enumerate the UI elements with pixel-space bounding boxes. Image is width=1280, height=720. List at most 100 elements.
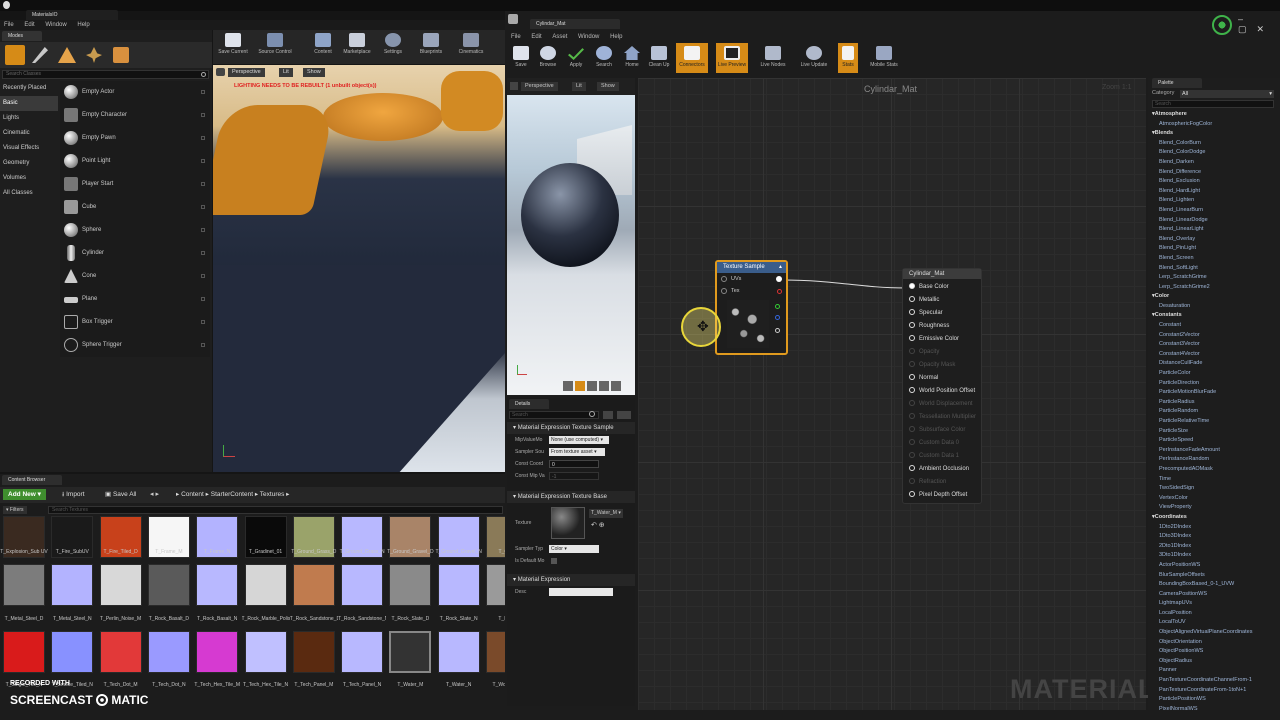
window-controls-icon[interactable]: –▢✕ xyxy=(1238,14,1280,35)
material-result-node[interactable]: Cylindar_Mat Base Color Metallic Specular R… xyxy=(902,268,982,504)
result-pin-row[interactable]: Refraction xyxy=(903,476,981,489)
geometry-mode-icon[interactable] xyxy=(113,47,129,63)
palette-item[interactable]: ParticleRelativeTime xyxy=(1152,417,1276,427)
palette-item[interactable]: CameraPositionWS xyxy=(1152,590,1276,600)
marketplace-button[interactable]: Marketplace xyxy=(339,30,375,60)
search-classes-input[interactable]: Search Classes xyxy=(2,70,209,79)
palette-search-input[interactable]: Search xyxy=(1152,100,1274,108)
uvs-input-pin[interactable]: UVs xyxy=(717,273,786,286)
filters-button[interactable]: ▾ Filters xyxy=(3,506,27,514)
menu-file[interactable]: File xyxy=(511,32,521,42)
texture-thumbnail[interactable] xyxy=(437,631,480,673)
mip-value-mode-select[interactable]: None (use computed) ▾ xyxy=(549,436,609,444)
texture-thumbnail[interactable] xyxy=(3,631,45,673)
palette-item[interactable]: Blend_SoftLight xyxy=(1152,264,1276,274)
palette-category[interactable]: ▾Constants xyxy=(1152,311,1276,321)
history-nav-icon[interactable]: ◂ ▸ xyxy=(150,489,159,500)
a-output-pin-icon[interactable] xyxy=(775,328,780,333)
section-header[interactable]: ▾ Material Expression Texture Sample xyxy=(507,422,635,434)
palette-item[interactable]: Constant4Vector xyxy=(1152,350,1276,360)
place-item-empty-pawn[interactable]: Empty Pawn xyxy=(60,127,210,150)
texture-thumbnail[interactable] xyxy=(389,631,432,673)
connectors-button[interactable]: Connectors xyxy=(676,43,708,73)
texture-thumbnail[interactable] xyxy=(437,564,480,606)
category-volumes[interactable]: Volumes xyxy=(0,171,58,186)
blueprints-button[interactable]: Blueprints xyxy=(413,30,449,60)
palette-item[interactable]: LocalToUV xyxy=(1152,618,1276,628)
palette-item[interactable]: ParticleSpeed xyxy=(1152,436,1276,446)
place-item-sphere-trigger[interactable]: Sphere Trigger xyxy=(60,334,210,357)
category-cinematic[interactable]: Cinematic xyxy=(0,126,58,141)
place-mode-icon[interactable] xyxy=(5,45,25,65)
palette-item[interactable]: Time xyxy=(1152,475,1276,485)
plane-shape-icon[interactable] xyxy=(587,381,597,391)
result-pin-row[interactable]: Metallic xyxy=(903,294,981,307)
settings-button[interactable]: Settings xyxy=(375,30,411,60)
texture-thumbnail[interactable] xyxy=(244,564,287,606)
palette-item[interactable]: ParticlePositionWS xyxy=(1152,695,1276,705)
palette-item[interactable]: ObjectOrientation xyxy=(1152,638,1276,648)
palette-item[interactable]: Blend_Lighten xyxy=(1152,196,1276,206)
clean-up-button[interactable]: Clean Up xyxy=(644,43,674,73)
palette-item[interactable]: ParticleMotionBlurFade xyxy=(1152,388,1276,398)
menu-file[interactable]: File xyxy=(4,20,14,30)
save-all-button[interactable]: ▣ Save All xyxy=(105,489,136,500)
palette-item[interactable]: Blend_Screen xyxy=(1152,254,1276,264)
result-pin-row[interactable]: World Displacement xyxy=(903,398,981,411)
palette-item[interactable]: ObjectAlignedVirtualPlaneCoordinates xyxy=(1152,628,1276,638)
palette-item[interactable]: 2Dto1DIndex xyxy=(1152,542,1276,552)
const-coordinate-field[interactable]: 0 xyxy=(549,460,599,468)
breadcrumb-content[interactable]: Content xyxy=(181,491,204,498)
palette-item[interactable]: Blend_Exclusion xyxy=(1152,177,1276,187)
palette-item[interactable]: Desaturation xyxy=(1152,302,1276,312)
preview-show-button[interactable]: Show xyxy=(597,82,619,91)
place-item-cube[interactable]: Cube xyxy=(60,196,210,219)
browse-button[interactable]: Browse xyxy=(534,43,562,73)
result-pin-row[interactable]: Opacity xyxy=(903,346,981,359)
texture-thumbnail[interactable] xyxy=(341,631,384,673)
palette-item[interactable]: PanTextureCoordinateFrom-1toN+1 xyxy=(1152,686,1276,696)
palette-item[interactable]: ParticleRandom xyxy=(1152,407,1276,417)
breadcrumb-textures[interactable]: Textures xyxy=(260,491,285,498)
palette-category[interactable]: ▾Color xyxy=(1152,292,1276,302)
palette-item[interactable]: ParticleRadius xyxy=(1152,398,1276,408)
result-pin-row[interactable]: Base Color xyxy=(903,281,981,294)
home-button[interactable]: Home xyxy=(618,43,646,73)
search-textures-input[interactable]: Search Textures xyxy=(48,506,503,514)
menu-edit[interactable]: Edit xyxy=(531,32,541,42)
palette-item[interactable]: LocalPosition xyxy=(1152,609,1276,619)
palette-item[interactable]: 1Dto3DIndex xyxy=(1152,532,1276,542)
mobile-stats-button[interactable]: Mobile Stats xyxy=(864,43,904,73)
source-control-button[interactable]: Source Control xyxy=(257,30,293,60)
palette-category[interactable]: ▾Blends xyxy=(1152,129,1276,139)
palette-item[interactable]: PerInstanceFadeAmount xyxy=(1152,446,1276,456)
const-mip-field[interactable]: -1 xyxy=(549,472,599,480)
content-browser-tab[interactable]: Content Browser xyxy=(2,475,62,485)
palette-item[interactable]: Constant3Vector xyxy=(1152,340,1276,350)
palette-item[interactable]: PerInstanceRandom xyxy=(1152,455,1276,465)
result-pin-row[interactable]: Specular xyxy=(903,307,981,320)
palette-item[interactable]: Blend_ColorDodge xyxy=(1152,148,1276,158)
live-preview-button[interactable]: Live Preview xyxy=(716,43,748,73)
category-all-classes[interactable]: All Classes xyxy=(0,186,58,201)
tex-input-pin[interactable]: Tex xyxy=(717,286,786,297)
menu-window[interactable]: Window xyxy=(578,32,599,42)
palette-item[interactable]: AtmosphericFogColor xyxy=(1152,120,1276,130)
category-select[interactable]: All ▾ xyxy=(1180,90,1274,98)
place-item-empty-actor[interactable]: Empty Actor xyxy=(60,81,210,104)
menu-asset[interactable]: Asset xyxy=(552,32,567,42)
viewport-options-icon[interactable] xyxy=(216,68,225,76)
save-button[interactable]: Save xyxy=(508,43,534,73)
texture-thumbnail[interactable] xyxy=(196,564,239,606)
material-tab[interactable]: Cylindar_Mat xyxy=(530,19,620,29)
palette-item[interactable]: Blend_LinearDodge xyxy=(1152,216,1276,226)
palette-item[interactable]: Blend_Overlay xyxy=(1152,235,1276,245)
section-header[interactable]: ▾ Material Expression xyxy=(507,574,635,586)
rgb-output-pin-icon[interactable] xyxy=(776,276,782,282)
result-pin-row[interactable]: Emissive Color xyxy=(903,333,981,346)
palette-item[interactable]: ObjectPositionWS xyxy=(1152,647,1276,657)
place-item-player-start[interactable]: Player Start xyxy=(60,173,210,196)
live-nodes-button[interactable]: Live Nodes xyxy=(756,43,790,73)
texture-thumbnail[interactable] xyxy=(389,564,432,606)
palette-item[interactable]: Blend_Darken xyxy=(1152,158,1276,168)
